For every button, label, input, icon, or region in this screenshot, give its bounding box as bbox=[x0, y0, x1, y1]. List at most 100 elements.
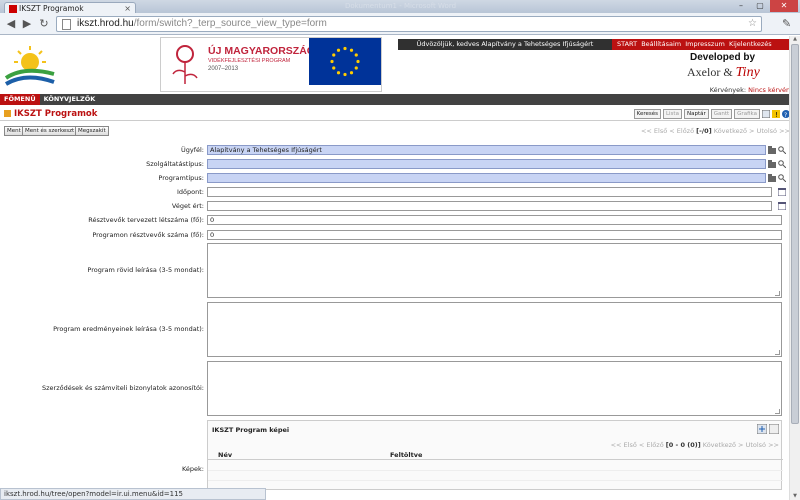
menu-main[interactable]: FŐMENÜ bbox=[0, 94, 40, 105]
scroll-up-icon[interactable]: ▲ bbox=[791, 36, 799, 43]
search-icon[interactable] bbox=[778, 174, 786, 182]
url-path: /form/switch?_terp_source_view_type=form bbox=[133, 18, 327, 29]
wrench-icon[interactable]: ✎ bbox=[782, 17, 791, 30]
end-field[interactable] bbox=[207, 201, 772, 211]
eu-star bbox=[332, 53, 336, 57]
save-button[interactable]: Ment bbox=[4, 126, 24, 136]
browser-status-bar: ikszt.hrod.hu/tree/open?model=ir.ui.menu… bbox=[0, 488, 266, 500]
menu-bookmarks[interactable]: KÖNYVJELZŐK bbox=[40, 94, 100, 105]
folder-icon[interactable] bbox=[768, 160, 776, 168]
reload-icon[interactable]: ↻ bbox=[37, 17, 51, 31]
col-uploaded-header[interactable]: Feltöltve bbox=[390, 451, 422, 459]
link-logout[interactable]: Kijelentkezés bbox=[729, 40, 772, 48]
action-bar: Ment Ment és szerkeszt Megszakít << Első… bbox=[0, 124, 800, 138]
close-window-button[interactable]: ✕ bbox=[770, 0, 798, 12]
app-header: ÚJ MAGYARORSZÁG VIDÉKFEJLESZTÉSI PROGRAM… bbox=[0, 36, 800, 94]
scroll-thumb[interactable] bbox=[791, 44, 799, 424]
tab-title: IKSZT Programok bbox=[19, 4, 84, 13]
eu-star bbox=[354, 53, 358, 57]
eu-star bbox=[349, 48, 354, 52]
welcome-text: Üdvözöljük, kedves Alapítvány a Tehetség… bbox=[416, 40, 594, 48]
link-imprint[interactable]: Impresszum bbox=[685, 40, 725, 48]
save-edit-button[interactable]: Ment és szerkeszt bbox=[22, 126, 78, 136]
link-start[interactable]: START bbox=[617, 40, 637, 48]
eu-star bbox=[332, 66, 336, 70]
view-calendar-button[interactable]: Naptár bbox=[683, 109, 709, 119]
view-list-button[interactable]: Lista bbox=[662, 109, 682, 119]
address-bar[interactable]: ikszt.hrod.hu/form/switch?_terp_source_v… bbox=[56, 16, 762, 32]
svg-text:!: ! bbox=[775, 111, 778, 118]
amp-text: & bbox=[723, 65, 733, 79]
pager-count: [-/0] bbox=[696, 127, 712, 135]
calendar-icon[interactable] bbox=[778, 202, 786, 210]
col-name-header[interactable]: Név bbox=[218, 451, 232, 459]
link-settings[interactable]: Beállításaim bbox=[641, 40, 681, 48]
contracts-textarea[interactable] bbox=[207, 361, 782, 416]
end-label: Véget ért: bbox=[171, 202, 204, 210]
folder-icon[interactable] bbox=[768, 174, 776, 182]
cancel-button[interactable]: Megszakít bbox=[75, 126, 109, 136]
vendor-logos: Axelor & Tiny bbox=[687, 65, 760, 81]
eu-flag-icon bbox=[309, 38, 381, 85]
results-desc-textarea[interactable] bbox=[207, 302, 782, 357]
maximize-button[interactable]: ▢ bbox=[751, 0, 769, 12]
view-gantt-button[interactable]: Gantt bbox=[710, 109, 733, 119]
scroll-down-icon[interactable]: ▼ bbox=[791, 493, 799, 500]
images-pager-next[interactable]: Következő > Utolsó >> bbox=[703, 441, 779, 449]
resize-handle[interactable] bbox=[775, 350, 780, 355]
images-pager-prev[interactable]: << Első < Előző bbox=[611, 441, 664, 449]
eu-star bbox=[336, 48, 341, 52]
browser-titlebar: IKSZT Programok × Dokumentum1 - Microsof… bbox=[0, 0, 800, 15]
program-years: 2007–2013 bbox=[208, 66, 239, 72]
eu-star bbox=[354, 66, 358, 70]
images-label: Képek: bbox=[181, 465, 204, 473]
attachment-icon[interactable] bbox=[762, 110, 770, 118]
calendar-icon[interactable] bbox=[778, 188, 786, 196]
window-controls: – ▢ ✕ bbox=[731, 0, 798, 13]
short-desc-textarea[interactable] bbox=[207, 243, 782, 298]
bookmark-star-icon[interactable]: ☆ bbox=[748, 17, 757, 31]
service-type-field[interactable] bbox=[207, 159, 766, 169]
contracts-label: Szerződések és számviteli bizonylatok az… bbox=[42, 384, 204, 392]
view-switcher: Keresés Lista Naptár Gantt Grafika ! ? bbox=[632, 109, 790, 119]
org-logo[interactable] bbox=[4, 38, 56, 90]
actual-participants-field[interactable]: 0 bbox=[207, 230, 782, 240]
view-search-button[interactable]: Keresés bbox=[633, 109, 661, 119]
program-type-label: Programtípus: bbox=[158, 174, 204, 182]
forward-icon[interactable]: ▶ bbox=[20, 17, 34, 31]
folder-icon[interactable] bbox=[768, 146, 776, 154]
back-icon[interactable]: ◀ bbox=[4, 17, 18, 31]
requests-label: Kérvények: bbox=[709, 86, 747, 94]
service-type-label: Szolgáltatástípus: bbox=[146, 160, 204, 168]
requests-status: Kérvények: Nincs kérvény bbox=[710, 86, 794, 94]
search-icon[interactable] bbox=[778, 146, 786, 154]
requests-value[interactable]: Nincs kérvény bbox=[748, 86, 794, 94]
view-graph-button[interactable]: Grafika bbox=[734, 109, 760, 119]
eu-star bbox=[356, 59, 360, 64]
time-field[interactable] bbox=[207, 187, 772, 197]
developed-by: Developed by bbox=[690, 52, 756, 63]
pager-prev[interactable]: << Első < Előző bbox=[641, 127, 694, 135]
program-subtitle: VIDÉKFEJLESZTÉSI PROGRAM bbox=[208, 58, 291, 64]
warning-icon[interactable]: ! bbox=[772, 110, 780, 118]
client-field[interactable]: Alapítvány a Tehetséges Ifjúságért bbox=[207, 145, 766, 155]
window-title-ghost: Dokumentum1 - Microsoft Word bbox=[345, 2, 457, 10]
pager-next[interactable]: Következő > Utolsó >> bbox=[714, 127, 790, 135]
edit-image-icon[interactable] bbox=[769, 424, 779, 434]
minimize-button[interactable]: – bbox=[732, 0, 750, 12]
page-scrollbar[interactable]: ▲ ▼ bbox=[789, 36, 800, 500]
add-image-icon[interactable] bbox=[757, 424, 767, 434]
search-icon[interactable] bbox=[778, 160, 786, 168]
axelor-logo[interactable]: Axelor bbox=[687, 65, 720, 79]
resize-handle[interactable] bbox=[775, 409, 780, 414]
svg-text:?: ? bbox=[784, 112, 787, 118]
page-title-bar: IKSZT Programok Keresés Lista Naptár Gan… bbox=[0, 107, 800, 121]
rose-logo-icon bbox=[172, 45, 198, 84]
images-pager: << Első < Előző [0 - 0 (0)] Következő > … bbox=[611, 441, 779, 449]
planned-participants-field[interactable]: 0 bbox=[207, 215, 782, 225]
eu-star bbox=[330, 59, 334, 64]
tiny-logo[interactable]: Tiny bbox=[736, 65, 760, 80]
resize-handle[interactable] bbox=[775, 291, 780, 296]
program-type-field[interactable] bbox=[207, 173, 766, 183]
browser-toolbar: ◀ ▶ ↻ ikszt.hrod.hu/form/switch?_terp_so… bbox=[0, 13, 800, 35]
